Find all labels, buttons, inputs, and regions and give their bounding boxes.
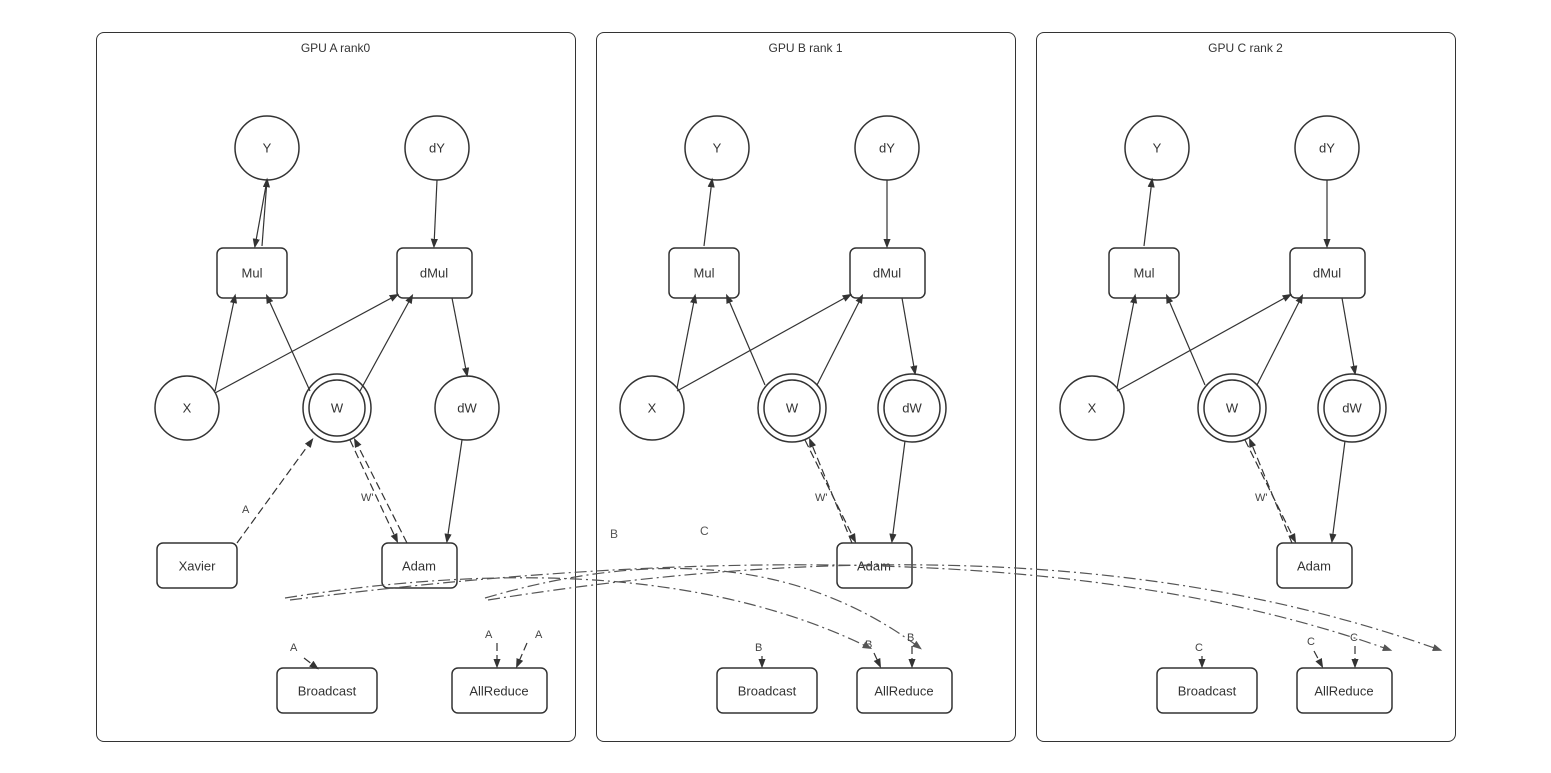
- gpu-a-edge-dMul-dW: [452, 298, 467, 375]
- gpu-a-edge-A-label-xavier: A: [242, 504, 250, 516]
- gpu-a-Adam-label: Adam: [402, 558, 436, 573]
- gpu-c-edge-X-dMul: [1117, 295, 1290, 391]
- gpu-c-svg: Y dY Mul dMul X W dW Adam: [1037, 33, 1457, 743]
- main-container: GPU A rank0 Y dY Mul: [76, 12, 1476, 762]
- gpu-a-Y-label: Y: [262, 140, 271, 155]
- gpu-b-title: GPU B rank 1: [768, 41, 842, 55]
- gpu-c-box: GPU C rank 2 Y dY Mul dMul X: [1036, 32, 1456, 742]
- gpu-a-edge-Xavier-W: [237, 440, 312, 543]
- gpu-a-Xavier-label: Xavier: [178, 558, 216, 573]
- gpu-a-edge-X-Mul: [215, 296, 235, 391]
- gpu-b-AllReduce-label: AllReduce: [874, 683, 933, 698]
- gpu-c-C2-label: C: [1307, 636, 1315, 648]
- gpu-a-dW-label: dW: [457, 400, 477, 415]
- gpu-a-dMul-label: dMul: [419, 265, 447, 280]
- gpu-c-edge-W-Mul: [1167, 296, 1205, 385]
- gpu-c-W-label: W: [1225, 400, 1238, 415]
- gpu-b-dY-label: dY: [879, 140, 895, 155]
- gpu-a-W-label: W: [330, 400, 343, 415]
- gpu-b-X-label: X: [647, 400, 656, 415]
- gpu-b-Broadcast-label: Broadcast: [737, 683, 796, 698]
- gpu-c-C1-label: C: [1195, 642, 1203, 654]
- gpu-a-Broadcast-label: Broadcast: [297, 683, 356, 698]
- gpu-c-Broadcast-label: Broadcast: [1177, 683, 1236, 698]
- gpu-a-Wprime-label: W': [361, 492, 373, 504]
- gpu-b-Adam-label: Adam: [857, 558, 891, 573]
- gpu-c-AllReduce-label: AllReduce: [1314, 683, 1373, 698]
- gpu-c-edge-dMul-dW: [1342, 298, 1355, 373]
- gpu-b-edge-B-allreduce1: [874, 653, 880, 666]
- gpu-c-edge-Mul-Y: [1144, 180, 1152, 246]
- gpu-b-edge-Mul-Y: [704, 180, 712, 246]
- gpu-a-edge-Y-Mul: [255, 180, 267, 246]
- gpu-b-edge-dMul-dW: [902, 298, 915, 373]
- gpu-b-edge-X-dMul: [677, 295, 850, 391]
- gpu-a-edge-W-Mul: [267, 296, 310, 391]
- gpu-c-X-label: X: [1087, 400, 1096, 415]
- gpu-a-title: GPU A rank0: [301, 41, 370, 55]
- gpu-a-AllReduce-label: AllReduce: [469, 683, 528, 698]
- gpu-c-title: GPU C rank 2: [1208, 41, 1283, 55]
- gpu-c-Y-label: Y: [1152, 140, 1161, 155]
- gpu-a-edge-to-broadcast: [304, 658, 317, 668]
- gpu-a-edge-Mul-Y: [262, 180, 267, 246]
- gpu-b-edge-dW-Adam: [892, 441, 905, 541]
- gpu-a-allreduce-A2-label: A: [535, 629, 543, 641]
- gpu-b-Y-label: Y: [712, 140, 721, 155]
- gpu-a-broadcast-A-label: A: [290, 642, 298, 654]
- gpu-a-X-label: X: [182, 400, 191, 415]
- gpu-c-Mul-label: Mul: [1133, 265, 1154, 280]
- gpu-c-edge-dW-Adam: [1332, 441, 1345, 541]
- gpu-a-allreduce-A1-label: A: [485, 629, 493, 641]
- gpu-c-edge-C-allreduce1: [1314, 651, 1322, 666]
- gpu-b-dMul-label: dMul: [872, 265, 900, 280]
- gpu-b-B1-label: B: [755, 642, 762, 654]
- gpu-c-dW-label: dW: [1342, 400, 1362, 415]
- gpu-a-edge-W-Adam: [350, 440, 397, 541]
- gpu-a-edge-dW-Adam: [447, 440, 462, 541]
- gpu-a-box: GPU A rank0 Y dY Mul: [96, 32, 576, 742]
- gpu-b-edge-W-Adam: [805, 440, 855, 541]
- gpu-a-edge-dY-dMul: [434, 180, 437, 246]
- gpu-b-edge-X-Mul: [677, 296, 695, 388]
- gpu-b-B2-label: B: [865, 639, 872, 651]
- gpu-b-box: GPU B rank 1 Y dY Mul dMul X: [596, 32, 1016, 742]
- gpu-c-Wprime-label: W': [1255, 492, 1267, 504]
- gpu-c-edge-W-Adam: [1245, 440, 1295, 541]
- gpu-b-svg: Y dY Mul dMul X W dW Adam: [597, 33, 1017, 743]
- gpu-c-dY-label: dY: [1319, 140, 1335, 155]
- gpu-a-dY-label: dY: [429, 140, 445, 155]
- gpu-c-dMul-label: dMul: [1312, 265, 1340, 280]
- gpu-c-Adam-label: Adam: [1297, 558, 1331, 573]
- gpu-c-C3-label: C: [1350, 632, 1358, 644]
- gpu-a-edge-to-allreduce-2: [517, 643, 527, 666]
- gpu-b-W-label: W: [785, 400, 798, 415]
- gpu-b-edge-W-Mul: [727, 296, 765, 385]
- gpu-b-B3-label: B: [907, 632, 914, 644]
- gpu-b-dW-label: dW: [902, 400, 922, 415]
- gpu-a-svg: Y dY Mul dMul X W dW Xavier: [97, 33, 577, 743]
- gpu-b-Mul-label: Mul: [693, 265, 714, 280]
- gpu-b-Wprime-label: W': [815, 492, 827, 504]
- gpu-a-edge-X-dMul: [215, 295, 397, 393]
- gpu-a-Mul-label: Mul: [241, 265, 262, 280]
- gpu-c-edge-X-Mul: [1117, 296, 1135, 388]
